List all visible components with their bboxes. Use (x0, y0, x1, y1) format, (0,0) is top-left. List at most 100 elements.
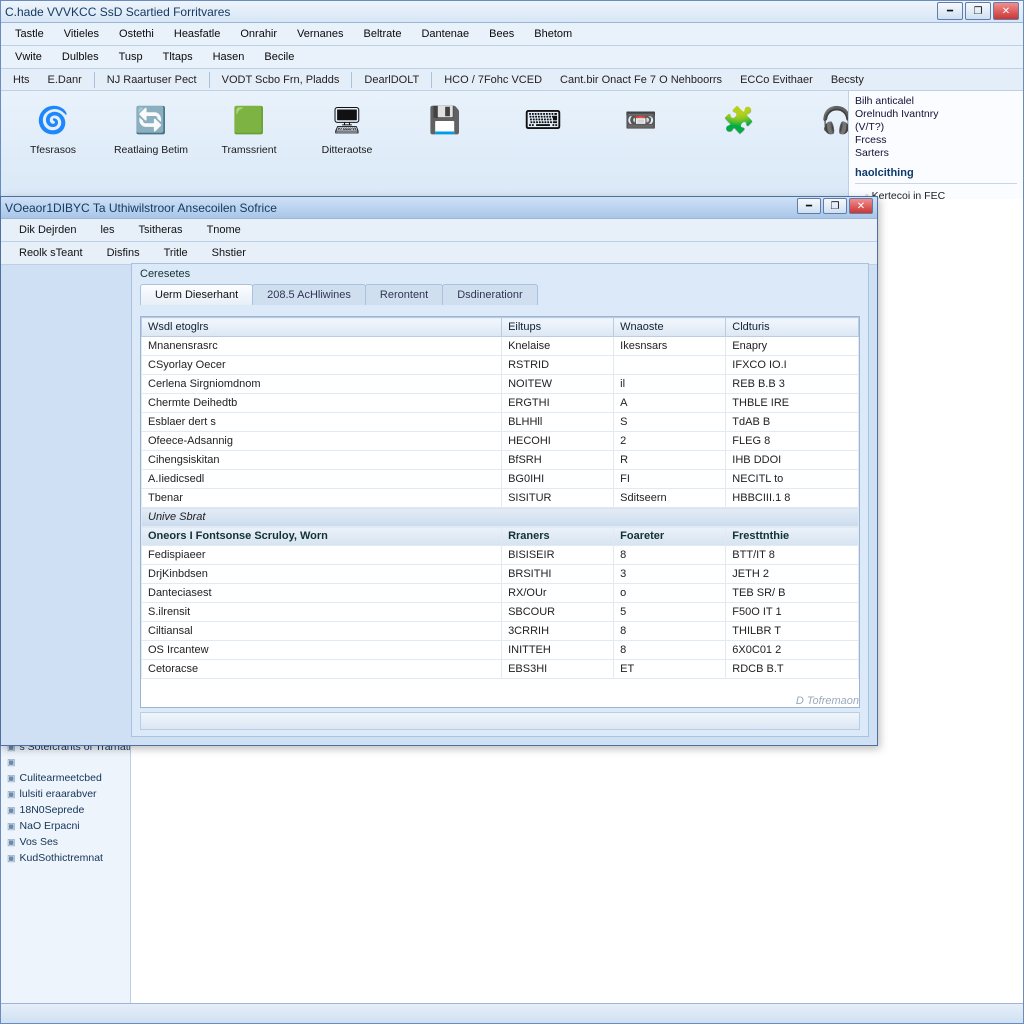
menu-item[interactable]: Becile (254, 48, 304, 66)
grid-cell[interactable]: Chermte Deihedtb (142, 394, 502, 413)
ribbon-item[interactable]: 📼 (601, 99, 681, 198)
menu-item[interactable]: Dulbles (52, 48, 109, 66)
right-extra-item[interactable]: (V/T?) (855, 121, 1017, 133)
grid-cell[interactable]: A.Iiedicsedl (142, 470, 502, 489)
sub-header[interactable]: Oneors I Fontsonse Scruloy, Worn (142, 527, 502, 546)
grid-cell[interactable]: Ofeece-Adsannig (142, 432, 502, 451)
grid-cell[interactable]: BLHHll (502, 413, 614, 432)
close-button[interactable]: ✕ (993, 2, 1019, 20)
tab[interactable]: Dsdinerationr (442, 284, 537, 305)
grid-cell[interactable]: THILBR T (726, 622, 859, 641)
grid-cell[interactable]: 3 (614, 565, 726, 584)
grid-cell[interactable]: INITTEH (502, 641, 614, 660)
grid-cell[interactable]: Fedispiaeer (142, 546, 502, 565)
grid-cell[interactable]: REB B.B 3 (726, 375, 859, 394)
menu-item[interactable]: Vernanes (287, 25, 353, 43)
child-menu-item[interactable]: Reolk sTeant (7, 244, 95, 262)
grid-cell[interactable]: NOITEW (502, 375, 614, 394)
toolbar-item[interactable]: HCO / 7Fohc VCED (438, 74, 548, 86)
grid-cell[interactable]: Knelaise (502, 337, 614, 356)
sub-header[interactable]: Foareter (614, 527, 726, 546)
tab[interactable]: Rerontent (365, 284, 443, 305)
grid-cell[interactable]: RX/OUr (502, 584, 614, 603)
grid-cell[interactable]: 2 (614, 432, 726, 451)
toolbar-item[interactable]: E.Danr (42, 74, 88, 86)
grid-cell[interactable]: 5 (614, 603, 726, 622)
grid-cell[interactable]: BRSITHI (502, 565, 614, 584)
grid-cell[interactable]: ERGTHI (502, 394, 614, 413)
menu-item[interactable]: Tusp (109, 48, 153, 66)
sidebar-item[interactable]: lulsiti eraarabver (1, 786, 130, 802)
child-close-button[interactable]: ✕ (849, 198, 873, 214)
child-minimize-button[interactable]: ━ (797, 198, 821, 214)
sub-header[interactable]: Rraners (502, 527, 614, 546)
minimize-button[interactable]: ━ (937, 2, 963, 20)
grid-cell[interactable]: CSyorlay Oecer (142, 356, 502, 375)
grid-cell[interactable]: Ikesnsars (614, 337, 726, 356)
grid-cell[interactable]: RDCB B.T (726, 660, 859, 679)
sidebar-item[interactable]: KudSothictremnat (1, 850, 130, 866)
sidebar-item[interactable]: NaO Erpacni (1, 818, 130, 834)
ribbon-item[interactable]: ⌨ (503, 99, 583, 198)
grid-cell[interactable]: ET (614, 660, 726, 679)
grid-cell[interactable]: HBBCIII.1 8 (726, 489, 859, 508)
grid-cell[interactable]: Cerlena Sirgniomdnom (142, 375, 502, 394)
toolbar-item[interactable]: VODT Scbo Frn, Pladds (216, 74, 346, 86)
grid-cell[interactable] (614, 356, 726, 375)
menu-item[interactable]: Bees (479, 25, 524, 43)
data-grid[interactable]: Wsdl etoglrsEiltupsWnaosteCldturisMnanen… (140, 316, 860, 708)
grid-cell[interactable]: FLEG 8 (726, 432, 859, 451)
ribbon-item[interactable]: 🟩Tramssrient (209, 99, 289, 198)
grid-cell[interactable]: Esblaer dert s (142, 413, 502, 432)
child-menu-item[interactable]: Dik Dejrden (7, 221, 88, 239)
sidebar-item[interactable] (1, 755, 130, 770)
child-menu-item[interactable]: Disfins (95, 244, 152, 262)
sidebar-item[interactable]: Vos Ses (1, 834, 130, 850)
sidebar-item[interactable]: Culitearmeetcbed (1, 770, 130, 786)
child-menu-item[interactable]: Tritle (152, 244, 200, 262)
menu-item[interactable]: Onrahir (230, 25, 287, 43)
grid-cell[interactable]: Mnanensrasrc (142, 337, 502, 356)
grid-cell[interactable]: DrjKinbdsen (142, 565, 502, 584)
toolbar-item[interactable]: ECCo Evithaer (734, 74, 819, 86)
toolbar-item[interactable]: Hts (7, 74, 36, 86)
child-menu-item[interactable]: Tnome (195, 221, 253, 239)
grid-pager[interactable] (140, 712, 860, 730)
grid-cell[interactable]: SBCOUR (502, 603, 614, 622)
ribbon-item[interactable]: 💾 (405, 99, 485, 198)
right-extra-item[interactable]: Bilh anticalel (855, 95, 1017, 107)
group-header[interactable]: Unive Sbrat (142, 508, 859, 527)
grid-cell[interactable]: S.ilrensit (142, 603, 502, 622)
grid-cell[interactable]: F50O IT 1 (726, 603, 859, 622)
grid-cell[interactable]: SISITUR (502, 489, 614, 508)
grid-cell[interactable]: A (614, 394, 726, 413)
grid-cell[interactable]: 8 (614, 546, 726, 565)
grid-cell[interactable]: OS Ircantew (142, 641, 502, 660)
grid-cell[interactable]: BTT/IT 8 (726, 546, 859, 565)
menu-item[interactable]: Beltrate (354, 25, 412, 43)
tab[interactable]: 208.5 AcHliwines (252, 284, 366, 305)
maximize-button[interactable]: ❐ (965, 2, 991, 20)
grid-cell[interactable]: Sditseern (614, 489, 726, 508)
menu-item[interactable]: Heasfatle (164, 25, 230, 43)
grid-cell[interactable]: EBS3HI (502, 660, 614, 679)
grid-cell[interactable]: 8 (614, 622, 726, 641)
sidebar-item[interactable]: 18N0Seprede (1, 802, 130, 818)
menu-item[interactable]: Bhetom (524, 25, 582, 43)
grid-cell[interactable]: NECITL to (726, 470, 859, 489)
grid-cell[interactable]: BfSRH (502, 451, 614, 470)
grid-cell[interactable]: 3CRRIH (502, 622, 614, 641)
sub-header[interactable]: Fresttnthie (726, 527, 859, 546)
toolbar-item[interactable]: Cant.bir Onact Fe 7 O Nehboorrs (554, 74, 728, 86)
child-maximize-button[interactable]: ❐ (823, 198, 847, 214)
grid-cell[interactable]: Ciltiansal (142, 622, 502, 641)
grid-cell[interactable]: Cetoracse (142, 660, 502, 679)
grid-cell[interactable]: o (614, 584, 726, 603)
grid-cell[interactable]: 6X0C01 2 (726, 641, 859, 660)
grid-cell[interactable]: 8 (614, 641, 726, 660)
grid-cell[interactable]: BISISEIR (502, 546, 614, 565)
menu-item[interactable]: Dantenae (411, 25, 479, 43)
menu-item[interactable]: Tltaps (153, 48, 203, 66)
grid-cell[interactable]: IHB DDOI (726, 451, 859, 470)
toolbar-item[interactable]: Becsty (825, 74, 870, 86)
